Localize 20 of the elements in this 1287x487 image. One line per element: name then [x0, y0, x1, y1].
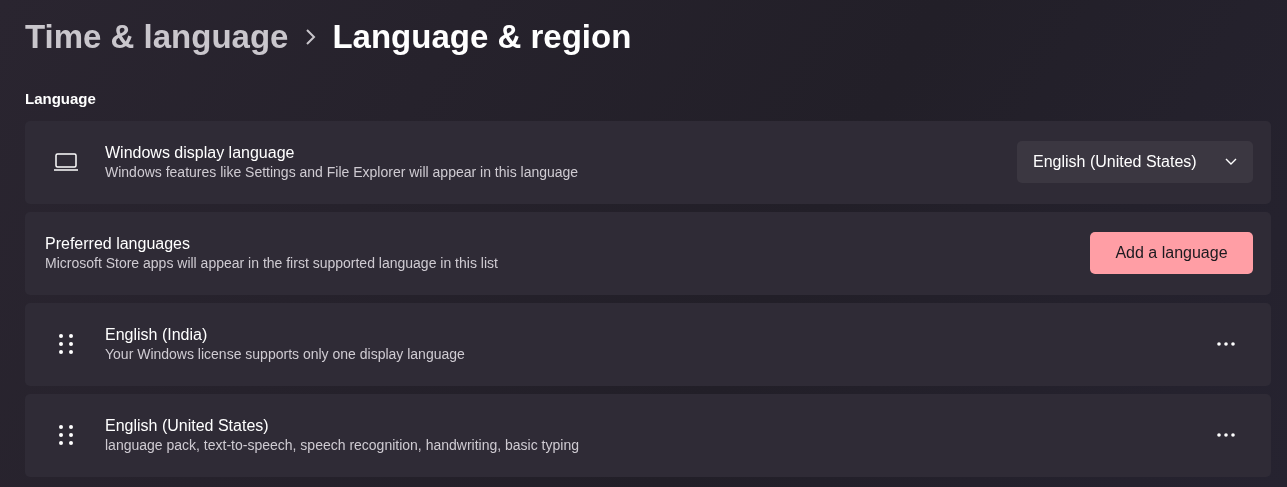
setting-description: Windows features like Settings and File Explorer will appear in this language: [105, 163, 580, 181]
add-language-button[interactable]: Add a language: [1090, 232, 1253, 274]
section-title: Language: [25, 89, 97, 109]
setting-title: Windows display language: [105, 143, 296, 163]
setting-description: language pack, text-to-speech, speech recognition, handwriting, basic typing: [105, 436, 580, 454]
language-dropdown[interactable]: English (United States): [1017, 141, 1253, 183]
setting-description: Microsoft Store apps will appear in the first supported language in this list: [45, 254, 499, 272]
setting-title: Preferred languages: [45, 234, 191, 254]
chevron-right-icon: [304, 28, 317, 46]
drag-handle-icon[interactable]: [58, 424, 74, 446]
setting-title: English (United States): [105, 416, 270, 436]
breadcrumb-parent[interactable]: Time & language: [25, 14, 289, 60]
setting-title: English (India): [105, 325, 209, 345]
chevron-down-icon: [1225, 158, 1237, 166]
more-options-icon[interactable]: [1217, 433, 1235, 437]
more-options-icon[interactable]: [1217, 342, 1235, 346]
laptop-icon: [53, 153, 79, 171]
setting-description: Your Windows license supports only one display language: [105, 345, 466, 363]
drag-handle-icon[interactable]: [58, 333, 74, 355]
page-title: Language & region: [332, 17, 632, 57]
